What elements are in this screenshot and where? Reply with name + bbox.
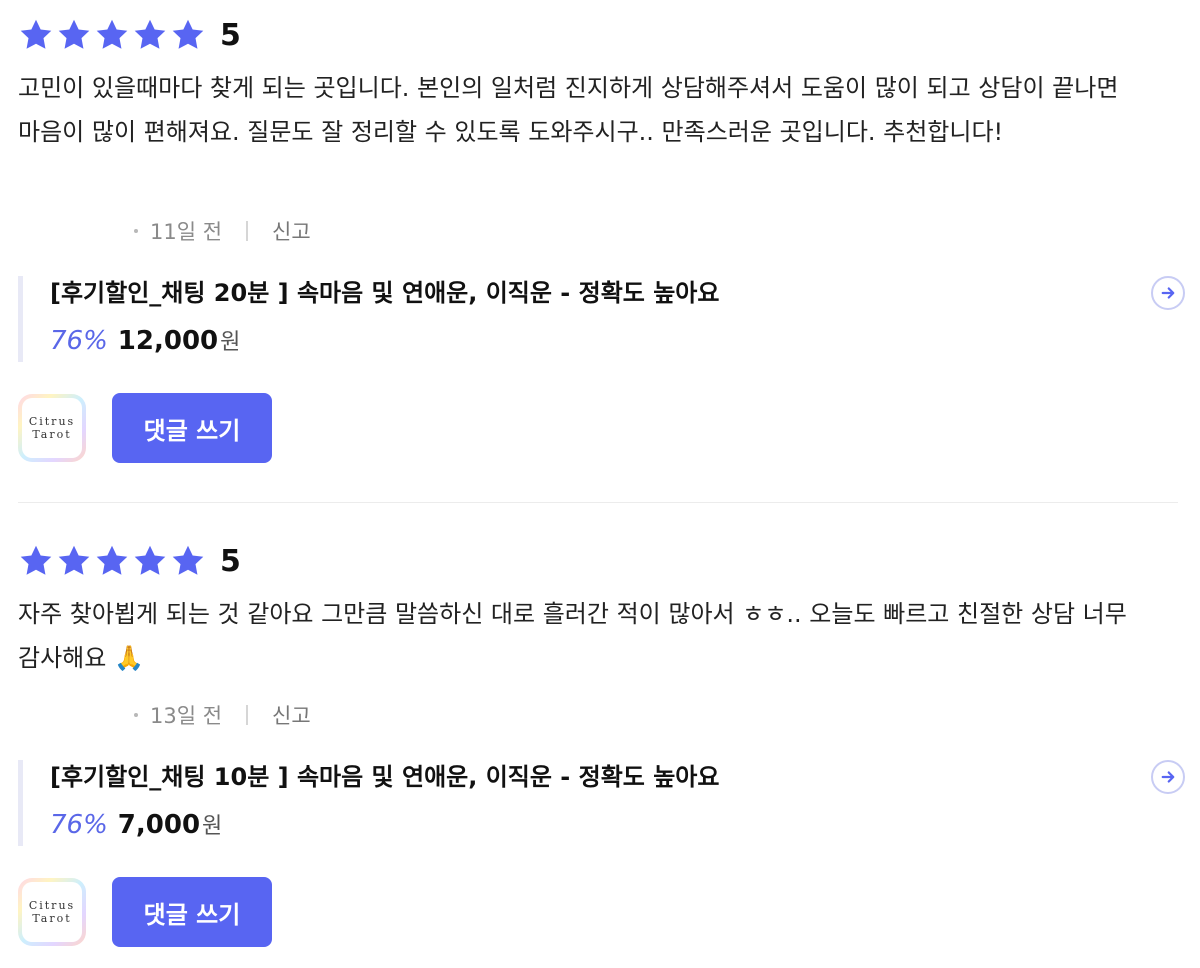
seller-logo[interactable]: Citrus Tarot	[18, 878, 86, 946]
product-card[interactable]: [후기할인_채팅 10분 ] 속마음 및 연애운, 이직운 - 정확도 높아요 …	[18, 760, 1185, 846]
discount-rate: 76%	[50, 326, 108, 356]
report-link[interactable]: 신고	[272, 700, 311, 730]
logo-text-line2: Tarot	[32, 428, 72, 441]
review-content: 고민이 있을때마다 찾게 되는 곳입니다. 본인의 일처럼 진지하게 상담해주셔…	[18, 74, 1119, 146]
review-meta: 11일 전 신고	[134, 214, 311, 248]
currency-unit: 원	[202, 814, 223, 839]
bullet-dot	[134, 713, 138, 717]
star-icon	[18, 543, 56, 581]
star-icon	[94, 543, 132, 581]
logo-text-line2: Tarot	[32, 912, 72, 925]
star-icon	[132, 17, 170, 55]
action-row: Citrus Tarot 댓글 쓰기	[18, 392, 272, 464]
star-icon	[170, 543, 208, 581]
logo-mark: Citrus Tarot	[22, 398, 82, 458]
rating-row: 5	[18, 542, 241, 582]
product-title[interactable]: [후기할인_채팅 20분 ] 속마음 및 연애운, 이직운 - 정확도 높아요	[50, 276, 719, 310]
rating-score: 5	[220, 544, 241, 579]
star-icon	[94, 17, 132, 55]
star-icon	[56, 543, 94, 581]
review-divider	[18, 502, 1178, 503]
star-icon	[56, 17, 94, 55]
bullet-dot	[134, 229, 138, 233]
discount-rate: 76%	[50, 810, 108, 840]
seller-logo[interactable]: Citrus Tarot	[18, 394, 86, 462]
action-row: Citrus Tarot 댓글 쓰기	[18, 876, 272, 948]
star-icon	[170, 17, 208, 55]
currency-unit: 원	[220, 330, 241, 355]
product-title[interactable]: [후기할인_채팅 10분 ] 속마음 및 연애운, 이직운 - 정확도 높아요	[50, 760, 719, 794]
price-value: 12,000	[117, 326, 219, 356]
review-content: 자주 찾아뵙게 되는 것 같아요 그만큼 말씀하신 대로 흘러간 적이 많아서 …	[18, 600, 1127, 672]
write-comment-button[interactable]: 댓글 쓰기	[112, 877, 272, 947]
price-row: 76% 7,000 원	[50, 808, 222, 844]
review-time: 11일 전	[150, 220, 223, 244]
star-icon	[18, 17, 56, 55]
star-icon	[132, 543, 170, 581]
product-card[interactable]: [후기할인_채팅 20분 ] 속마음 및 연애운, 이직운 - 정확도 높아요 …	[18, 276, 1185, 362]
price-row: 76% 12,000 원	[50, 324, 240, 360]
logo-text-line1: Citrus	[28, 899, 76, 912]
write-comment-button[interactable]: 댓글 쓰기	[112, 393, 272, 463]
rating-row: 5	[18, 16, 241, 56]
star-rating	[18, 17, 208, 55]
price-value: 7,000	[117, 810, 201, 840]
review-time: 13일 전	[150, 704, 223, 728]
logo-mark: Citrus Tarot	[22, 882, 82, 942]
review-meta: 13일 전 신고	[134, 698, 311, 732]
arrow-right-circle-icon[interactable]	[1151, 760, 1185, 794]
meta-divider	[246, 705, 249, 725]
arrow-right-circle-icon[interactable]	[1151, 276, 1185, 310]
logo-text-line1: Citrus	[28, 415, 76, 428]
rating-score: 5	[220, 18, 241, 53]
star-rating	[18, 543, 208, 581]
report-link[interactable]: 신고	[272, 216, 311, 246]
meta-divider	[246, 221, 249, 241]
